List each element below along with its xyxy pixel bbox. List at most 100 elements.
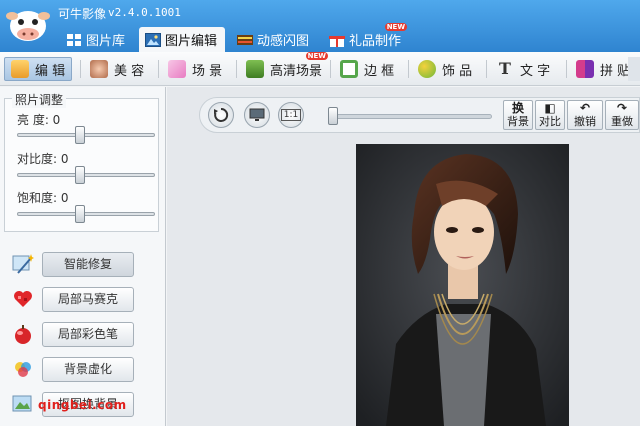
tab-gift-making[interactable]: 礼品制作 NEW (323, 23, 409, 52)
func-local-mosaic: 局部马赛克 (12, 286, 134, 312)
fit-window-button[interactable] (244, 102, 270, 128)
tool-frame-label: 边 框 (364, 63, 395, 79)
cutout-icon (12, 395, 32, 412)
film-icon (237, 34, 254, 45)
toolbar-divider (236, 60, 237, 78)
smart-repair-button[interactable]: 智能修复 (42, 251, 134, 277)
brightness-slider-thumb[interactable] (75, 126, 85, 144)
background-blur-button[interactable]: 背景虚化 (42, 356, 134, 382)
contrast-slider-thumb[interactable] (75, 166, 85, 184)
tab-photo-edit[interactable]: 图片编辑 (139, 27, 226, 52)
tool-text[interactable]: T 文 字 (490, 57, 556, 81)
toolbar-divider (408, 60, 409, 78)
zoom-slider-thumb[interactable] (328, 107, 338, 125)
tool-hd-scene-label: 高清场景 (270, 63, 323, 79)
scene-icon (168, 60, 186, 78)
change-background-top: 换 (511, 101, 524, 115)
tool-accessory-label: 饰 品 (442, 63, 473, 79)
view-toolbar: 1:1 换 背景 ◧ 对比 ↶ 撤销 ↷ 重做 (199, 97, 640, 133)
blur-icon (15, 362, 31, 377)
func-background-blur: 背景虚化 (12, 356, 134, 382)
monitor-icon (249, 108, 265, 121)
func-cutout-background: 抠图换背景 (12, 391, 134, 417)
func-smart-repair: 智能修复 (12, 251, 134, 277)
gift-icon (329, 35, 346, 47)
tab-dynamic-flash[interactable]: 动感闪图 (231, 27, 317, 52)
color-pen-icon (15, 325, 31, 344)
actual-size-label: 1:1 (280, 109, 302, 121)
new-badge: NEW (384, 23, 408, 31)
cow-logo-icon (6, 11, 50, 41)
toolbar-divider (80, 60, 81, 78)
contrast-label: 对比度: 0 (17, 152, 69, 166)
toolbar-scroll-right[interactable] (628, 57, 640, 81)
collage-icon (576, 60, 594, 78)
actual-size-button[interactable]: 1:1 (278, 102, 304, 128)
tool-scene-label: 场 景 (192, 63, 223, 79)
tool-beauty-label: 美 容 (114, 63, 145, 79)
edited-photo (356, 144, 569, 426)
main-tabs: 图片库 图片编辑 动感闪图 礼品制作 NEW (60, 23, 415, 52)
compare-label: 对比 (539, 115, 561, 128)
edit-toolbar: 编 辑 美 容 场 景 高清场景 NEW 边 框 饰 品 T 文 字 拼 贴 (0, 52, 640, 86)
tool-accessory[interactable]: 饰 品 (412, 57, 478, 81)
compare-button[interactable]: ◧ 对比 (535, 100, 565, 130)
toolbar-divider (158, 60, 159, 78)
saturation-slider-thumb[interactable] (75, 205, 85, 223)
new-badge: NEW (305, 52, 329, 60)
photo-edit-icon (145, 32, 162, 47)
tool-edit[interactable]: 编 辑 (4, 57, 73, 81)
change-background-bottom: 背景 (507, 115, 529, 128)
saturation-label: 饱和度: 0 (17, 191, 69, 205)
tool-scene[interactable]: 场 景 (162, 57, 228, 81)
app-version: v2.4.0.1001 (108, 6, 181, 19)
func-local-color-pen: 局部彩色笔 (12, 321, 134, 347)
local-color-pen-button[interactable]: 局部彩色笔 (42, 321, 134, 347)
redo-icon: ↷ (616, 101, 628, 115)
rotate-icon (214, 107, 229, 122)
left-panel: 亮 度: 0 对比度: 0 饱和度: 0 照片调整 智能修复 局部马赛克 局部彩… (0, 87, 166, 426)
gallery-icon (67, 33, 81, 46)
mosaic-icon (14, 291, 32, 307)
brightness-label: 亮 度: 0 (17, 113, 61, 127)
edit-icon (11, 60, 29, 78)
photo-adjust-legend: 照片调整 (12, 91, 67, 108)
undo-label: 撤销 (574, 115, 596, 128)
redo-label: 重做 (611, 115, 633, 128)
tab-gallery[interactable]: 图片库 (60, 27, 133, 52)
tool-hd-scene[interactable]: 高清场景 NEW (240, 52, 329, 81)
undo-icon: ↶ (579, 101, 591, 115)
zoom-slider[interactable] (332, 114, 492, 119)
compare-icon: ◧ (544, 101, 556, 115)
tab-dynamic-flash-label: 动感闪图 (257, 34, 310, 49)
accessory-icon (418, 60, 436, 78)
tab-gift-making-label: 礼品制作 (349, 34, 402, 49)
tool-beauty[interactable]: 美 容 (84, 57, 150, 81)
text-icon: T (499, 59, 511, 78)
saturation-slider[interactable] (17, 212, 155, 216)
beauty-icon (90, 60, 108, 78)
toolbar-divider (330, 60, 331, 78)
tab-gallery-label: 图片库 (86, 34, 126, 49)
tool-text-label: 文 字 (520, 63, 551, 79)
frame-icon (340, 60, 358, 78)
watermark-text: qingbei.com (38, 398, 127, 412)
change-background-button[interactable]: 换 背景 (503, 100, 533, 130)
contrast-slider[interactable] (17, 173, 155, 177)
local-mosaic-button[interactable]: 局部马赛克 (42, 286, 134, 312)
tool-collage-label: 拼 贴 (600, 63, 631, 79)
tool-collage[interactable]: 拼 贴 (570, 57, 636, 81)
toolbar-divider (566, 60, 567, 78)
brightness-slider[interactable] (17, 133, 155, 137)
tool-edit-label: 编 辑 (35, 63, 66, 79)
toolbar-divider (486, 60, 487, 78)
photo-adjust-group: 亮 度: 0 对比度: 0 饱和度: 0 (4, 98, 159, 232)
undo-button[interactable]: ↶ 撤销 (567, 100, 603, 130)
tab-photo-edit-label: 图片编辑 (165, 34, 218, 49)
redo-button[interactable]: ↷ 重做 (605, 100, 639, 130)
rotate-button[interactable] (208, 102, 234, 128)
canvas-area: 1:1 换 背景 ◧ 对比 ↶ 撤销 ↷ 重做 (167, 87, 640, 426)
title-bar: 可牛影像 v2.4.0.1001 图片库 图片编辑 动感闪图 礼品制作 NEW (0, 0, 640, 52)
tool-frame[interactable]: 边 框 (334, 57, 400, 81)
magic-wand-icon (12, 254, 34, 274)
